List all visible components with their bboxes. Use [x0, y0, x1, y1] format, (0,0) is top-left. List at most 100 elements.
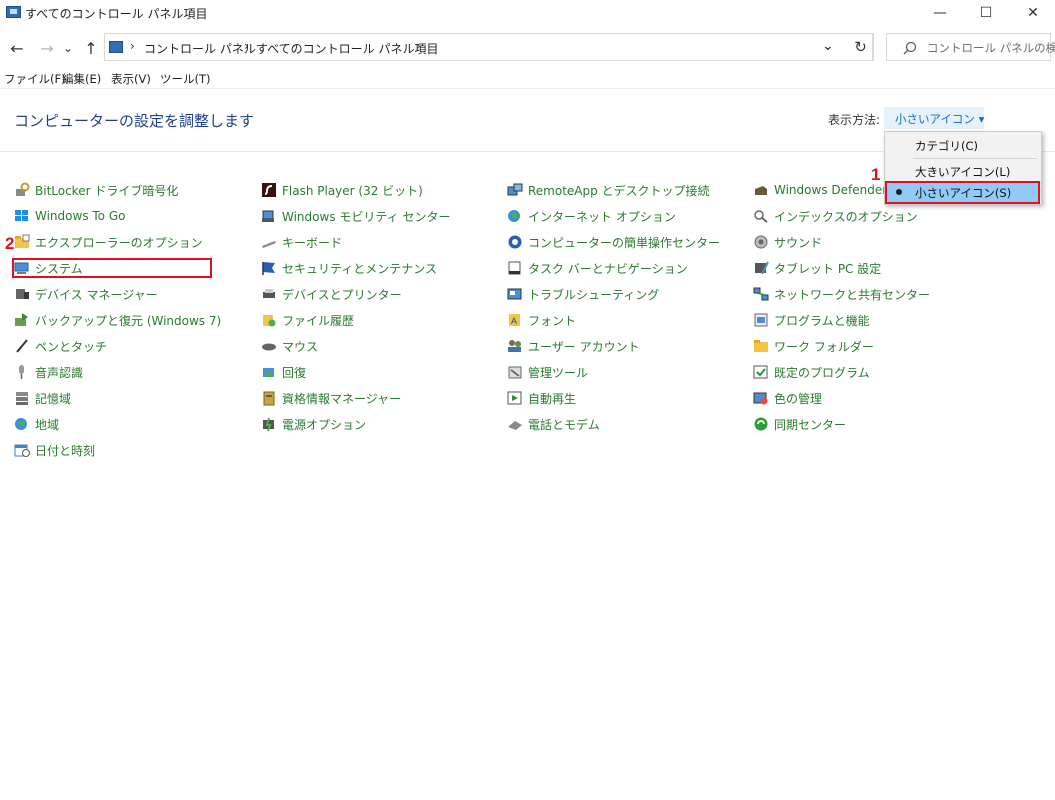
breadcrumb-control-panel[interactable]: コントロール パネル: [144, 40, 256, 57]
cp-item-mobility-center[interactable]: Windows モビリティ センター: [261, 206, 450, 226]
cp-item-folder-options[interactable]: エクスプローラーのオプション: [14, 232, 203, 252]
item-label: タスク バーとナビゲーション: [528, 261, 688, 276]
cp-item-programs-features[interactable]: プログラムと機能: [753, 310, 870, 330]
maximize-button[interactable]: ☐: [963, 0, 1009, 26]
cp-item-mouse[interactable]: マウス: [261, 336, 318, 356]
cp-item-indexing[interactable]: インデックスのオプション: [753, 206, 918, 226]
cp-item-windows-defender[interactable]: Windows Defender: [753, 180, 887, 200]
cp-item-security-maintenance[interactable]: セキュリティとメンテナンス: [261, 258, 437, 278]
windows-to-go-icon: [15, 210, 28, 221]
control-panel-icon: [109, 41, 123, 53]
cp-item-power-options[interactable]: 電源オプション: [261, 414, 366, 434]
default-programs-icon: [753, 365, 768, 379]
cp-item-credential-manager[interactable]: 資格情報マネージャー: [261, 388, 401, 408]
item-label: 地域: [35, 417, 60, 432]
cp-item-storage[interactable]: 記憶域: [14, 388, 71, 408]
cp-item-pen-touch[interactable]: ペンとタッチ: [14, 336, 107, 356]
cp-item-recovery[interactable]: 回復: [261, 362, 306, 382]
up-button[interactable]: ↑: [80, 37, 102, 59]
cp-item-device-manager[interactable]: デバイス マネージャー: [14, 284, 158, 304]
tablet-icon: [755, 261, 769, 275]
forward-button[interactable]: →: [36, 37, 58, 59]
network-icon: [753, 287, 769, 301]
view-by-dropdown[interactable]: 小さいアイコン ▾: [884, 107, 984, 129]
cp-item-sync-center[interactable]: 同期センター: [753, 414, 846, 434]
menu-tools[interactable]: ツール(T): [160, 71, 211, 87]
internet-icon: [508, 210, 520, 222]
minimize-button[interactable]: —: [917, 0, 963, 26]
bitlocker-icon: [16, 182, 30, 196]
address-dropdown-button[interactable]: ⌄: [822, 38, 834, 54]
menu-view[interactable]: 表示(V): [111, 71, 151, 87]
item-label: フォント: [528, 313, 577, 328]
cp-item-network-sharing[interactable]: ネットワークと共有センター: [753, 284, 930, 304]
cp-item-sound[interactable]: サウンド: [753, 232, 822, 252]
breadcrumb-all-items[interactable]: すべてのコントロール パネル項目: [256, 40, 439, 57]
cp-item-region[interactable]: 地域: [14, 414, 59, 434]
pen-icon: [16, 339, 28, 353]
cp-item-file-history[interactable]: ファイル履歴: [261, 310, 354, 330]
title-bar: すべてのコントロール パネル項目 — ☐ ✕: [0, 0, 1055, 26]
cp-item-work-folders[interactable]: ワーク フォルダー: [753, 336, 874, 356]
remoteapp-icon: [507, 183, 523, 196]
cp-item-remoteapp[interactable]: RemoteApp とデスクトップ接続: [507, 180, 710, 200]
item-label: コンピューターの簡単操作センター: [528, 235, 721, 250]
view-option-large-icons[interactable]: 大きいアイコン(L): [886, 160, 1040, 182]
item-label: インターネット オプション: [528, 209, 676, 224]
credential-icon: [263, 391, 275, 406]
item-label: Windows Defender: [774, 183, 888, 197]
menu-divider: [0, 88, 1055, 89]
cp-item-default-programs[interactable]: 既定のプログラム: [753, 362, 870, 382]
cp-item-autoplay[interactable]: 自動再生: [507, 388, 576, 408]
menu-edit[interactable]: 編集(E): [62, 71, 101, 87]
svg-text:A: A: [511, 316, 517, 326]
cp-item-user-accounts[interactable]: ユーザー アカウント: [507, 336, 640, 356]
menu-file[interactable]: ファイル(F): [4, 71, 66, 87]
cp-item-tablet-pc[interactable]: タブレット PC 設定: [753, 258, 881, 278]
phone-modem-icon: [508, 421, 522, 430]
power-icon: [263, 417, 274, 432]
cp-item-phone-modem[interactable]: 電話とモデム: [507, 414, 600, 434]
cp-item-fonts[interactable]: A フォント: [507, 310, 576, 330]
cp-item-devices-printers[interactable]: デバイスとプリンター: [261, 284, 402, 304]
cp-item-windows-to-go[interactable]: Windows To Go: [14, 206, 125, 226]
cp-item-keyboard[interactable]: キーボード: [261, 232, 342, 252]
chevron-right-icon[interactable]: ›: [416, 39, 421, 53]
cp-item-admin-tools[interactable]: 管理ツール: [507, 362, 588, 382]
item-label: ワーク フォルダー: [774, 339, 874, 354]
cp-item-bitlocker[interactable]: BitLocker ドライブ暗号化: [14, 180, 178, 200]
control-panel-icon: [6, 6, 21, 18]
troubleshoot-icon: [507, 288, 522, 300]
item-label: ユーザー アカウント: [528, 339, 640, 354]
font-icon: A: [509, 314, 520, 326]
back-button[interactable]: ←: [6, 37, 28, 59]
refresh-button[interactable]: ↻: [848, 33, 874, 61]
view-option-label: カテゴリ(C): [915, 139, 979, 153]
recent-locations-button[interactable]: ⌄: [60, 37, 76, 59]
search-input[interactable]: コントロール パネルの検索: [886, 33, 1055, 61]
item-label: Windows To Go: [35, 209, 126, 223]
cp-item-flash-player[interactable]: Flash Player (32 ビット): [261, 180, 423, 200]
cp-item-internet-options[interactable]: インターネット オプション: [507, 206, 676, 226]
globe-clock-icon: [15, 418, 27, 430]
item-label: 色の管理: [774, 391, 823, 406]
item-label: ペンとタッチ: [35, 339, 108, 354]
printer-icon: [263, 289, 275, 298]
address-bar[interactable]: › コントロール パネル › すべてのコントロール パネル項目 › ⌄: [104, 33, 873, 61]
admin-tools-icon: [508, 366, 522, 379]
cp-item-troubleshooting[interactable]: トラブルシューティング: [507, 284, 659, 304]
item-label: 自動再生: [528, 391, 577, 406]
close-button[interactable]: ✕: [1010, 0, 1055, 26]
chevron-right-icon[interactable]: ›: [244, 39, 249, 53]
cp-item-color-management[interactable]: 色の管理: [753, 388, 822, 408]
cp-item-ease-of-access[interactable]: コンピューターの簡単操作センター: [507, 232, 720, 252]
cp-item-backup[interactable]: バックアップと復元 (Windows 7): [14, 310, 221, 330]
item-label: 資格情報マネージャー: [282, 391, 402, 406]
color-management-icon: [753, 392, 768, 405]
sync-center-icon: [754, 417, 768, 431]
item-label: 電源オプション: [282, 417, 367, 432]
cp-item-date-time[interactable]: 日付と時刻: [14, 440, 95, 460]
view-option-category[interactable]: カテゴリ(C): [886, 134, 1040, 156]
cp-item-speech[interactable]: 音声認識: [14, 362, 83, 382]
cp-item-taskbar[interactable]: タスク バーとナビゲーション: [507, 258, 688, 278]
